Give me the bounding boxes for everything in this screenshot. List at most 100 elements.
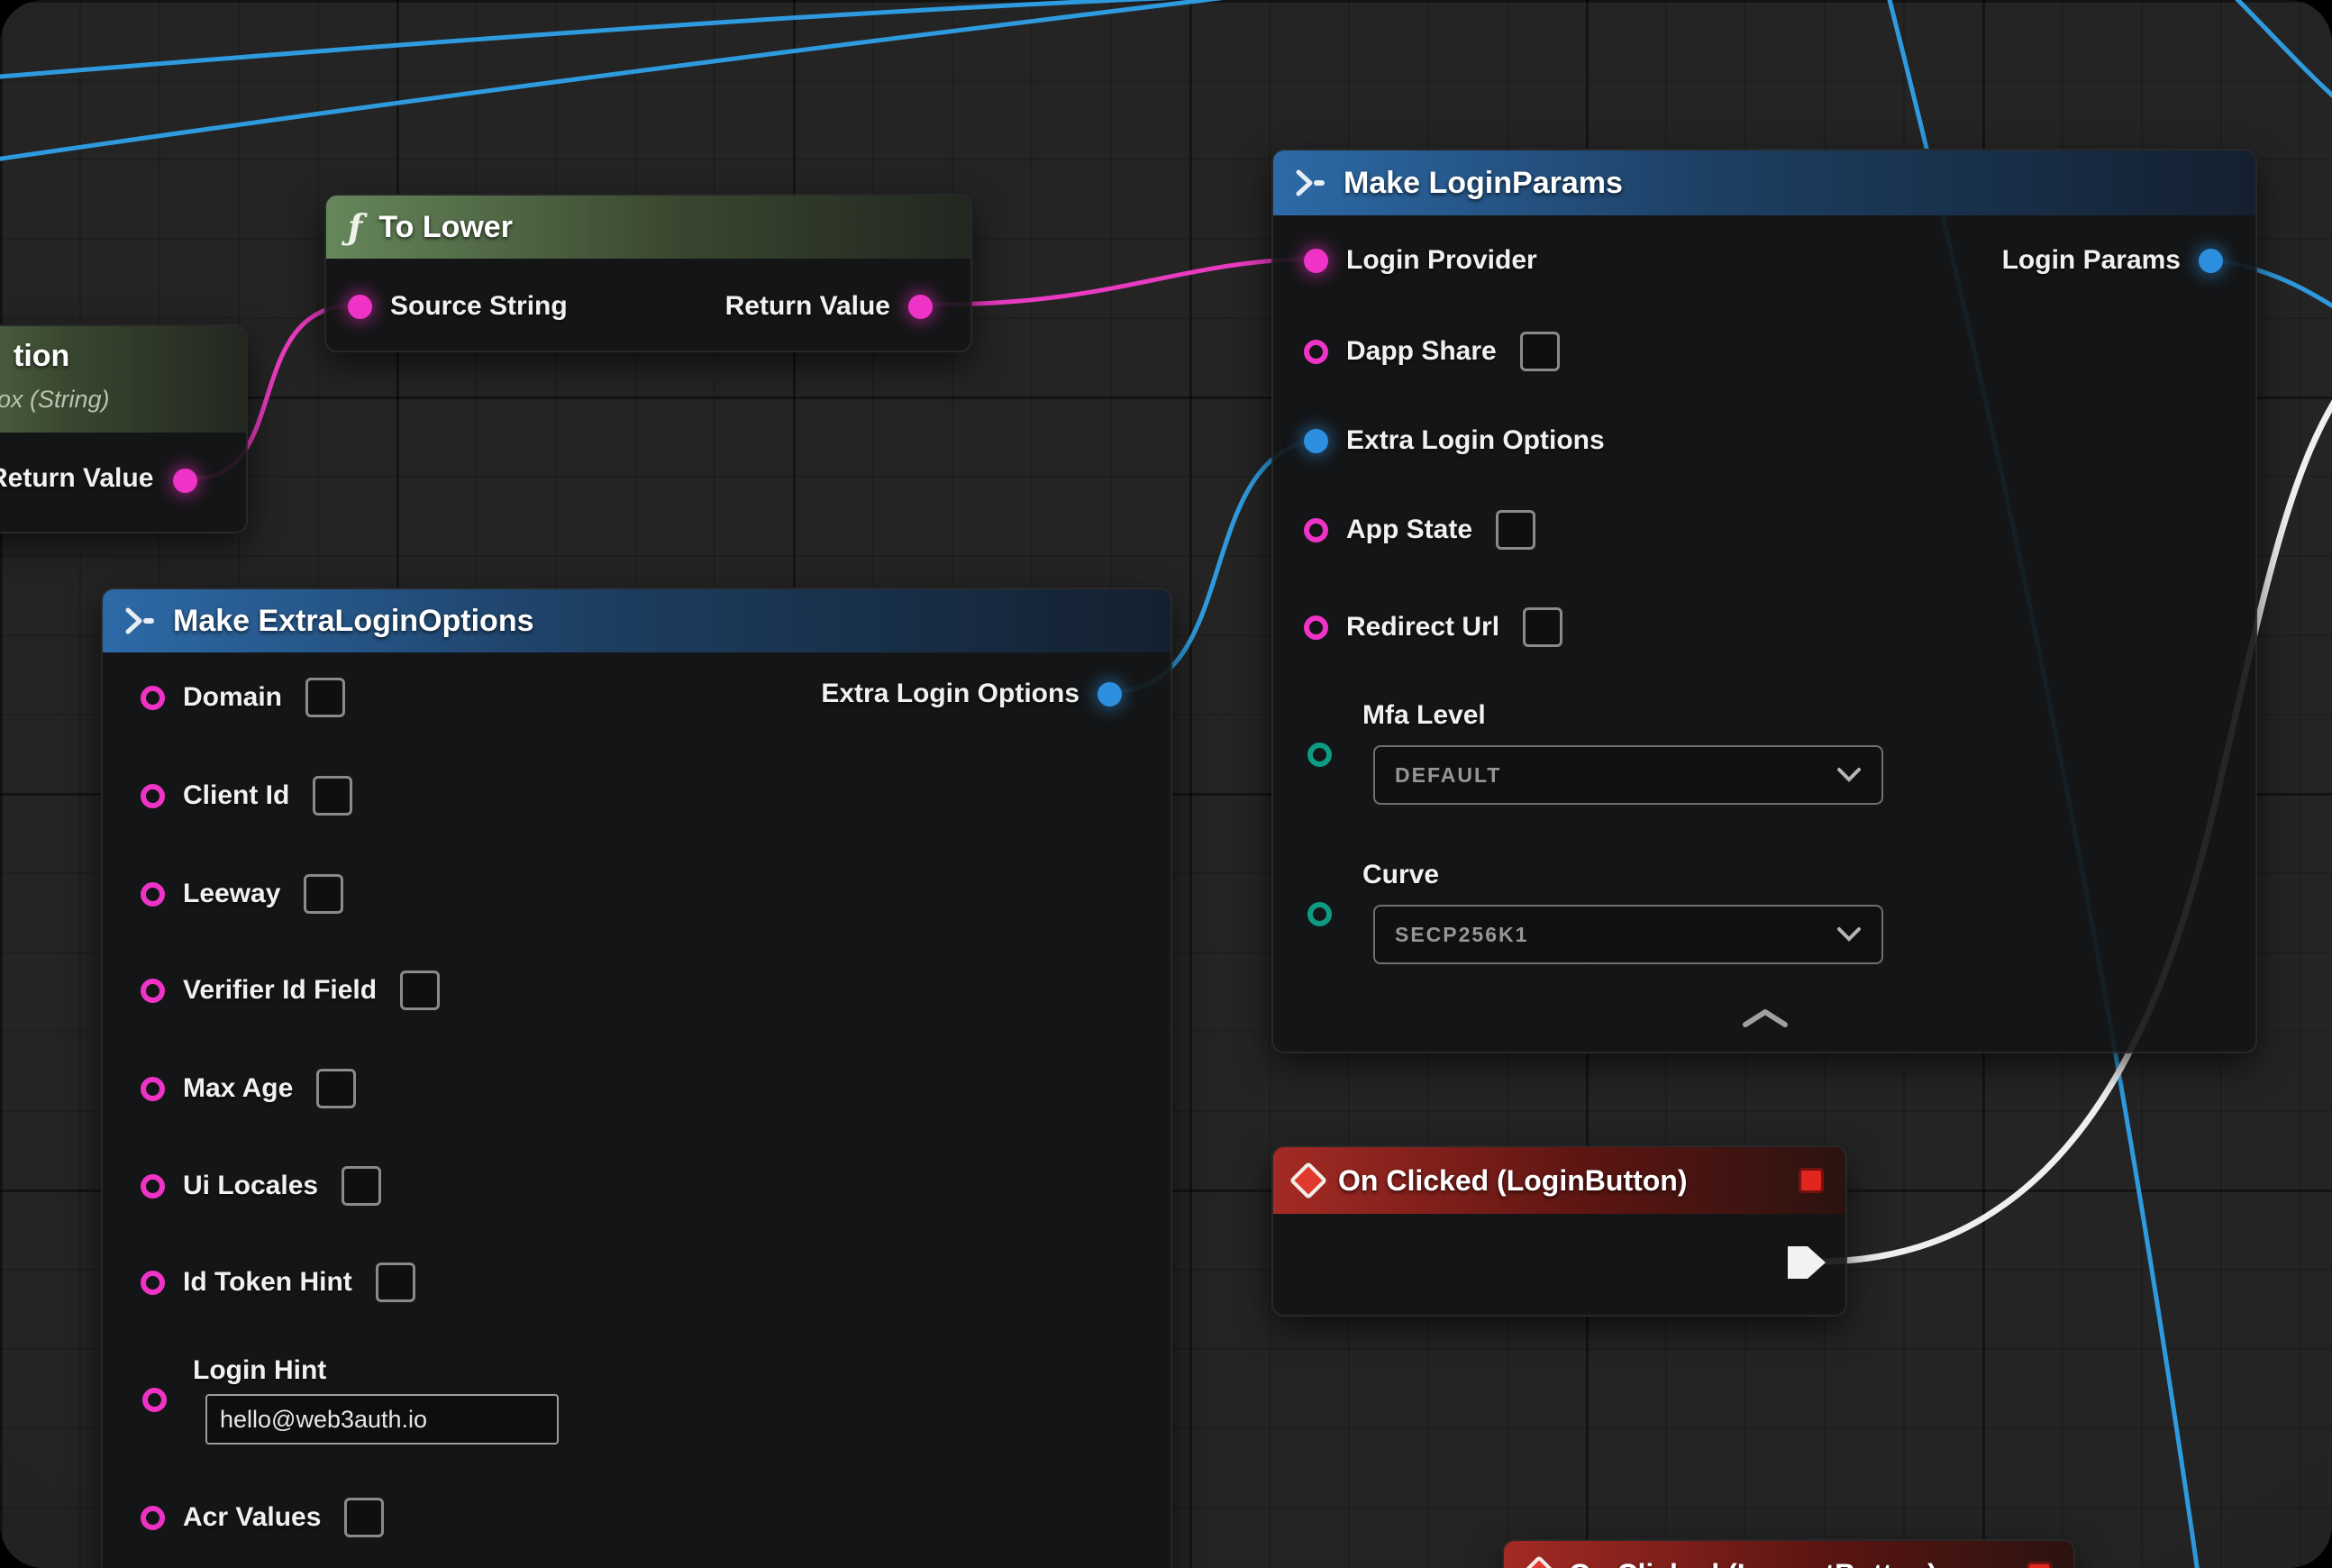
id-token-hint-label: Id Token Hint <box>183 1267 352 1298</box>
redirect-url-input-pin[interactable] <box>1304 615 1328 640</box>
chevron-down-icon <box>1836 767 1862 783</box>
ui-locales-input-pin[interactable] <box>141 1174 165 1199</box>
node-on-clicked-logoutbutton[interactable]: On Clicked (LogoutButton) <box>1502 1539 2075 1568</box>
mfa-level-dropdown[interactable]: DEFAULT <box>1373 745 1883 805</box>
app-state-checkbox[interactable] <box>1496 510 1535 550</box>
event-icon <box>1520 1555 1558 1568</box>
to-lower-return-output-pin[interactable] <box>908 295 933 319</box>
client-id-input-pin[interactable] <box>141 784 165 808</box>
collapse-node-button[interactable] <box>1740 1008 1790 1028</box>
ui-locales-row: Ui Locales <box>141 1162 381 1210</box>
chevron-down-icon <box>1836 926 1862 943</box>
to-lower-header[interactable]: ƒ To Lower <box>326 196 970 259</box>
make-extraloginoptions-title: Make ExtraLoginOptions <box>173 604 534 639</box>
make-extraloginoptions-header[interactable]: Make ExtraLoginOptions <box>103 589 1171 652</box>
ui-locales-checkbox[interactable] <box>342 1166 381 1206</box>
max-age-input-pin[interactable] <box>141 1077 165 1101</box>
domain-label: Domain <box>183 682 282 713</box>
acr-values-row: Acr Values <box>141 1493 384 1542</box>
login-params-output-pin[interactable] <box>2199 249 2223 273</box>
source-string-input-pin[interactable] <box>348 295 372 319</box>
node-on-clicked-loginbutton[interactable]: On Clicked (LoginButton) <box>1271 1145 1847 1317</box>
curve-label: Curve <box>1362 860 1439 890</box>
max-age-row: Max Age <box>141 1064 356 1113</box>
domain-row: Domain <box>141 673 345 722</box>
make-struct-icon <box>1295 169 1327 197</box>
acr-values-checkbox[interactable] <box>344 1498 384 1537</box>
extra-login-options-output-pin[interactable] <box>1098 682 1122 707</box>
app-state-row: App State <box>1304 506 1535 554</box>
partial-node-title: tion <box>14 339 69 374</box>
domain-input-pin[interactable] <box>141 686 165 710</box>
login-hint-input-pin[interactable] <box>142 1388 167 1412</box>
extra-login-options-label: Extra Login Options <box>1346 425 1605 456</box>
event-icon <box>1289 1162 1327 1199</box>
source-string-row: Source String <box>348 282 568 331</box>
wire-struct-top-right-corner[interactable] <box>2226 0 2332 106</box>
node-make-extraloginoptions[interactable]: Make ExtraLoginOptions Extra Login Optio… <box>101 588 1172 1568</box>
redirect-url-checkbox[interactable] <box>1523 607 1562 647</box>
verifier-id-field-input-pin[interactable] <box>141 979 165 1003</box>
node-partial-string[interactable]: tion ox (String) Return Value <box>0 324 248 533</box>
acr-values-label: Acr Values <box>183 1502 321 1533</box>
dapp-share-checkbox[interactable] <box>1520 332 1560 371</box>
make-struct-icon <box>124 606 157 635</box>
blueprint-graph-canvas[interactable]: tion ox (String) Return Value ƒ To Lower… <box>0 0 2332 1568</box>
dapp-share-input-pin[interactable] <box>1304 340 1328 364</box>
exec-output-pin[interactable] <box>1786 1244 1827 1281</box>
id-token-hint-row: Id Token Hint <box>141 1258 415 1307</box>
pure-function-icon: ƒ <box>348 210 362 244</box>
leeway-label: Leeway <box>183 879 280 909</box>
source-string-label: Source String <box>390 291 568 322</box>
verifier-id-field-checkbox[interactable] <box>400 971 440 1010</box>
partial-node-header[interactable]: tion ox (String) <box>0 326 246 433</box>
mfa-level-value: DEFAULT <box>1395 763 1501 788</box>
login-provider-label: Login Provider <box>1346 245 1537 276</box>
domain-checkbox[interactable] <box>305 678 345 717</box>
redirect-url-label: Redirect Url <box>1346 612 1499 643</box>
leeway-row: Leeway <box>141 870 343 918</box>
wire-struct-top-a[interactable] <box>0 0 1308 160</box>
extra-login-options-input-pin[interactable] <box>1304 429 1328 453</box>
mfa-level-input-pin[interactable] <box>1307 743 1332 767</box>
partial-return-value-output-pin[interactable] <box>173 469 197 493</box>
login-provider-input-pin[interactable] <box>1304 249 1328 273</box>
login-params-output-row: Login Params <box>2002 236 2223 285</box>
node-to-lower[interactable]: ƒ To Lower Source String Return Value <box>324 194 972 352</box>
node-make-loginparams[interactable]: Make LoginParams Login Params Login Prov… <box>1271 149 2257 1053</box>
login-hint-label: Login Hint <box>193 1355 326 1386</box>
to-lower-return-label: Return Value <box>725 291 890 322</box>
make-loginparams-header[interactable]: Make LoginParams <box>1273 150 2255 215</box>
leeway-input-pin[interactable] <box>141 882 165 907</box>
app-state-input-pin[interactable] <box>1304 518 1328 542</box>
login-params-output-label: Login Params <box>2002 245 2181 276</box>
login-hint-input[interactable] <box>205 1394 559 1445</box>
wire-struct-top-b[interactable] <box>0 0 1889 77</box>
ui-locales-label: Ui Locales <box>183 1171 318 1201</box>
delegate-output-pin[interactable] <box>2027 1562 2052 1568</box>
on-clicked-login-header[interactable]: On Clicked (LoginButton) <box>1273 1147 1845 1214</box>
leeway-checkbox[interactable] <box>304 874 343 914</box>
app-state-label: App State <box>1346 515 1472 545</box>
verifier-id-field-label: Verifier Id Field <box>183 975 377 1006</box>
verifier-id-field-row: Verifier Id Field <box>141 966 440 1015</box>
acr-values-input-pin[interactable] <box>141 1506 165 1530</box>
curve-dropdown[interactable]: SECP256K1 <box>1373 905 1883 964</box>
on-clicked-logout-header[interactable]: On Clicked (LogoutButton) <box>1504 1541 2073 1568</box>
curve-value: SECP256K1 <box>1395 923 1528 947</box>
curve-input-pin[interactable] <box>1307 902 1332 926</box>
wire-string-tolower-to-loginprovider[interactable] <box>919 259 1314 305</box>
to-lower-title: To Lower <box>378 210 513 245</box>
client-id-row: Client Id <box>141 771 352 820</box>
dapp-share-label: Dapp Share <box>1346 336 1497 367</box>
client-id-checkbox[interactable] <box>313 776 352 816</box>
on-clicked-logout-title: On Clicked (LogoutButton) <box>1569 1558 1937 1568</box>
max-age-label: Max Age <box>183 1073 293 1104</box>
to-lower-return-row: Return Value <box>725 282 933 331</box>
id-token-hint-input-pin[interactable] <box>141 1271 165 1295</box>
delegate-output-pin[interactable] <box>1799 1168 1824 1193</box>
max-age-checkbox[interactable] <box>316 1069 356 1108</box>
extra-login-options-output-label: Extra Login Options <box>821 679 1079 709</box>
partial-node-subtitle: ox (String) <box>0 386 110 414</box>
id-token-hint-checkbox[interactable] <box>376 1263 415 1302</box>
